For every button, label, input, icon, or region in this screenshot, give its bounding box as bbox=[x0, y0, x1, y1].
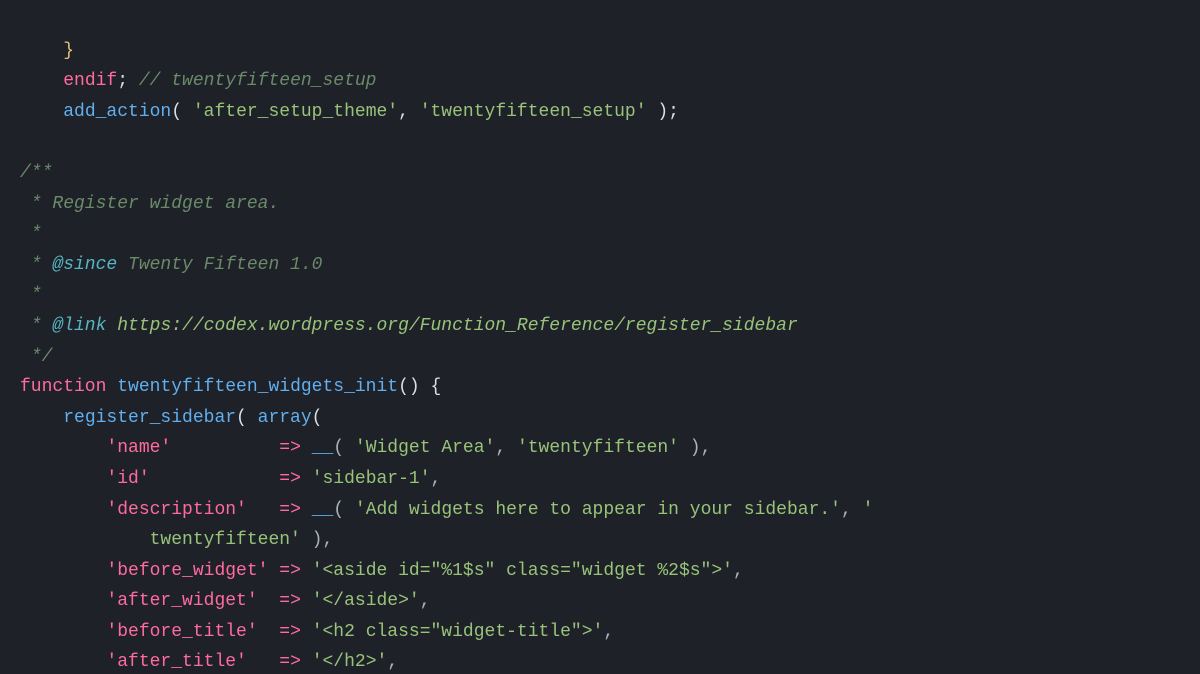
line-19: 'after_widget' => '</aside>', bbox=[20, 591, 431, 611]
code-editor: } endif; // twentyfifteen_setup add_acti… bbox=[0, 0, 1200, 674]
line-16: 'description' => __( 'Add widgets here t… bbox=[20, 500, 873, 520]
line-15: 'id' => 'sidebar-1', bbox=[20, 469, 441, 489]
line-11: */ bbox=[20, 347, 52, 367]
line-8: * @since Twenty Fifteen 1.0 bbox=[20, 255, 322, 275]
line-21: 'after_title' => '</h2>', bbox=[20, 652, 398, 672]
line-6: * Register widget area. bbox=[20, 194, 279, 214]
line-3: add_action( 'after_setup_theme', 'twenty… bbox=[20, 102, 679, 122]
line-10: * @link https://codex.wordpress.org/Func… bbox=[20, 316, 798, 336]
line-17: twentyfifteen' ), bbox=[20, 530, 333, 550]
line-20: 'before_title' => '<h2 class="widget-tit… bbox=[20, 622, 614, 642]
line-12: function twentyfifteen_widgets_init() { bbox=[20, 377, 441, 397]
line-9: * bbox=[20, 285, 42, 305]
line-5: /** bbox=[20, 163, 52, 183]
line-13: register_sidebar( array( bbox=[20, 408, 322, 428]
line-2: endif; // twentyfifteen_setup bbox=[20, 71, 376, 91]
line-14: 'name' => __( 'Widget Area', 'twentyfift… bbox=[20, 438, 711, 458]
line-1: } bbox=[20, 41, 74, 61]
line-7: * bbox=[20, 224, 42, 244]
line-18: 'before_widget' => '<aside id="%1$s" cla… bbox=[20, 561, 744, 581]
code-content: } endif; // twentyfifteen_setup add_acti… bbox=[20, 5, 1200, 674]
